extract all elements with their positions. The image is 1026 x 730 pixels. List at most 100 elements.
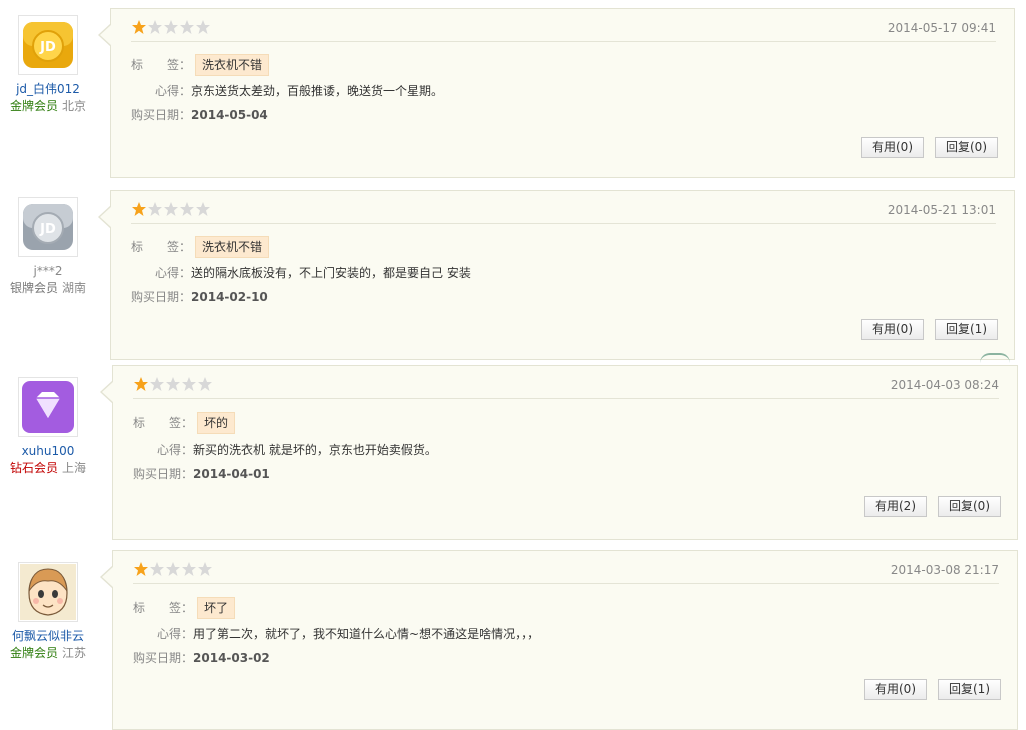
divider — [131, 41, 996, 42]
member-level: 钻石会员 — [9, 461, 58, 475]
purchase-row: 购买日期：2014-03-02 — [133, 649, 270, 666]
reply-button[interactable]: 回复(0) — [935, 137, 998, 158]
reviewer-level-location: 金牌会员 北京 — [0, 97, 96, 115]
purchase-date: 2014-04-01 — [193, 467, 270, 481]
reviewer-level-location: 金牌会员 江苏 — [0, 644, 96, 662]
review-tag: 坏的 — [197, 412, 236, 434]
star-empty-icon — [182, 562, 196, 576]
diamond-avatar-icon[interactable] — [18, 377, 78, 437]
member-level: 金牌会员 — [9, 99, 58, 113]
star-filled-icon — [134, 562, 148, 576]
star-empty-icon — [164, 202, 178, 216]
reviewer-info: xuhu100 钻石会员 上海 — [0, 365, 96, 477]
divider — [131, 223, 996, 224]
purchase-row: 购买日期：2014-04-01 — [133, 465, 270, 482]
star-filled-icon — [132, 20, 146, 34]
member-level: 金牌会员 — [9, 646, 58, 660]
tag-label: 标 签： — [131, 58, 192, 72]
purchase-date: 2014-03-02 — [193, 651, 270, 665]
reviewer-info: JD j***2 银牌会员 湖南 — [0, 190, 96, 297]
review-date: 2014-04-03 08:24 — [890, 378, 999, 392]
reviewer-name[interactable]: j***2 — [0, 263, 96, 279]
review-content: 新买的洗衣机 就是坏的，京东也开始卖假货。 — [193, 443, 437, 457]
reviewer-name[interactable]: jd_白伟012 — [0, 81, 96, 97]
content-row: 心得：京东送货太差劲，百般推诿，晚送货一个星期。 — [155, 82, 443, 99]
reviewer-level-location: 银牌会员 湖南 — [0, 279, 96, 297]
purchase-label: 购买日期： — [133, 651, 194, 665]
review-tag: 洗衣机不错 — [195, 236, 270, 258]
content-label: 心得： — [155, 266, 192, 280]
review-date: 2014-03-08 21:17 — [890, 563, 999, 577]
reviewer-info: 何飘云似非云 金牌会员 江苏 — [0, 550, 96, 662]
useful-button[interactable]: 有用(0) — [864, 679, 927, 700]
reviewer-location: 江苏 — [62, 646, 87, 660]
star-empty-icon — [150, 562, 164, 576]
tag-label: 标 签： — [133, 601, 194, 615]
reviewer-name[interactable]: 何飘云似非云 — [0, 628, 96, 644]
reviewer-info: JD jd_白伟012 金牌会员 北京 — [0, 8, 96, 115]
star-empty-icon — [180, 202, 194, 216]
review-tag: 坏了 — [197, 597, 236, 619]
purchase-label: 购买日期： — [131, 290, 192, 304]
rating-stars — [131, 201, 211, 217]
useful-button[interactable]: 有用(2) — [864, 496, 927, 517]
cartoon-face-avatar-icon[interactable] — [18, 562, 78, 622]
star-empty-icon — [166, 377, 180, 391]
reviewer-location: 上海 — [62, 461, 87, 475]
review-content: 京东送货太差劲，百般推诿，晚送货一个星期。 — [191, 84, 444, 98]
tag-row: 标 签： 坏的 — [133, 412, 236, 434]
purchase-row: 购买日期：2014-05-04 — [131, 106, 268, 123]
rating-stars — [133, 561, 213, 577]
star-empty-icon — [198, 377, 212, 391]
star-empty-icon — [196, 202, 210, 216]
reviewer-location: 湖南 — [62, 281, 87, 295]
review-box: 2014-05-21 13:01 标 签： 洗衣机不错 心得：送的隔水底板没有，不… — [98, 190, 1015, 360]
content-label: 心得： — [155, 84, 192, 98]
review-date: 2014-05-17 09:41 — [887, 21, 996, 35]
jd-gold-avatar-icon[interactable]: JD — [18, 15, 78, 75]
review-content: 用了第二次，就坏了，我不知道什么心情~想不通这是啥情况，，， — [193, 627, 540, 641]
member-level: 银牌会员 — [9, 281, 58, 295]
reviewer-name[interactable]: xuhu100 — [0, 443, 96, 459]
purchase-date: 2014-02-10 — [191, 290, 268, 304]
useful-button[interactable]: 有用(0) — [861, 137, 924, 158]
star-filled-icon — [132, 202, 146, 216]
reply-button[interactable]: 回复(0) — [938, 496, 1001, 517]
star-filled-icon — [134, 377, 148, 391]
content-label: 心得： — [157, 443, 194, 457]
review-date: 2014-05-21 13:01 — [887, 203, 996, 217]
star-empty-icon — [182, 377, 196, 391]
star-empty-icon — [180, 20, 194, 34]
review-box: 2014-03-08 21:17 标 签： 坏了 心得：用了第二次，就坏了，我不知… — [100, 550, 1018, 730]
star-empty-icon — [198, 562, 212, 576]
purchase-label: 购买日期： — [131, 108, 192, 122]
content-row: 心得：新买的洗衣机 就是坏的，京东也开始卖假货。 — [157, 441, 437, 458]
rating-stars — [131, 19, 211, 35]
tag-row: 标 签： 坏了 — [133, 597, 236, 619]
star-empty-icon — [148, 202, 162, 216]
reply-button[interactable]: 回复(1) — [935, 319, 998, 340]
content-label: 心得： — [157, 627, 194, 641]
purchase-row: 购买日期：2014-02-10 — [131, 288, 268, 305]
reviewer-level-location: 钻石会员 上海 — [0, 459, 96, 477]
star-empty-icon — [150, 377, 164, 391]
rating-stars — [133, 376, 213, 392]
divider — [133, 398, 999, 399]
reviewer-location: 北京 — [62, 99, 87, 113]
jd-silver-avatar-icon[interactable]: JD — [18, 197, 78, 257]
purchase-label: 购买日期： — [133, 467, 194, 481]
star-empty-icon — [196, 20, 210, 34]
tag-row: 标 签： 洗衣机不错 — [131, 236, 270, 258]
content-row: 心得：送的隔水底板没有，不上门安装的，都是要自己 安装 — [155, 264, 471, 281]
star-empty-icon — [148, 20, 162, 34]
review-tag: 洗衣机不错 — [195, 54, 270, 76]
content-row: 心得：用了第二次，就坏了，我不知道什么心情~想不通这是啥情况，，， — [157, 625, 539, 642]
review-content: 送的隔水底板没有，不上门安装的，都是要自己 安装 — [191, 266, 471, 280]
useful-button[interactable]: 有用(0) — [861, 319, 924, 340]
review-box: 2014-04-03 08:24 标 签： 坏的 心得：新买的洗衣机 就是坏的，京… — [100, 365, 1018, 540]
reply-button[interactable]: 回复(1) — [938, 679, 1001, 700]
tag-row: 标 签： 洗衣机不错 — [131, 54, 270, 76]
tag-label: 标 签： — [131, 240, 192, 254]
svg-text:JD: JD — [39, 40, 56, 55]
star-empty-icon — [164, 20, 178, 34]
